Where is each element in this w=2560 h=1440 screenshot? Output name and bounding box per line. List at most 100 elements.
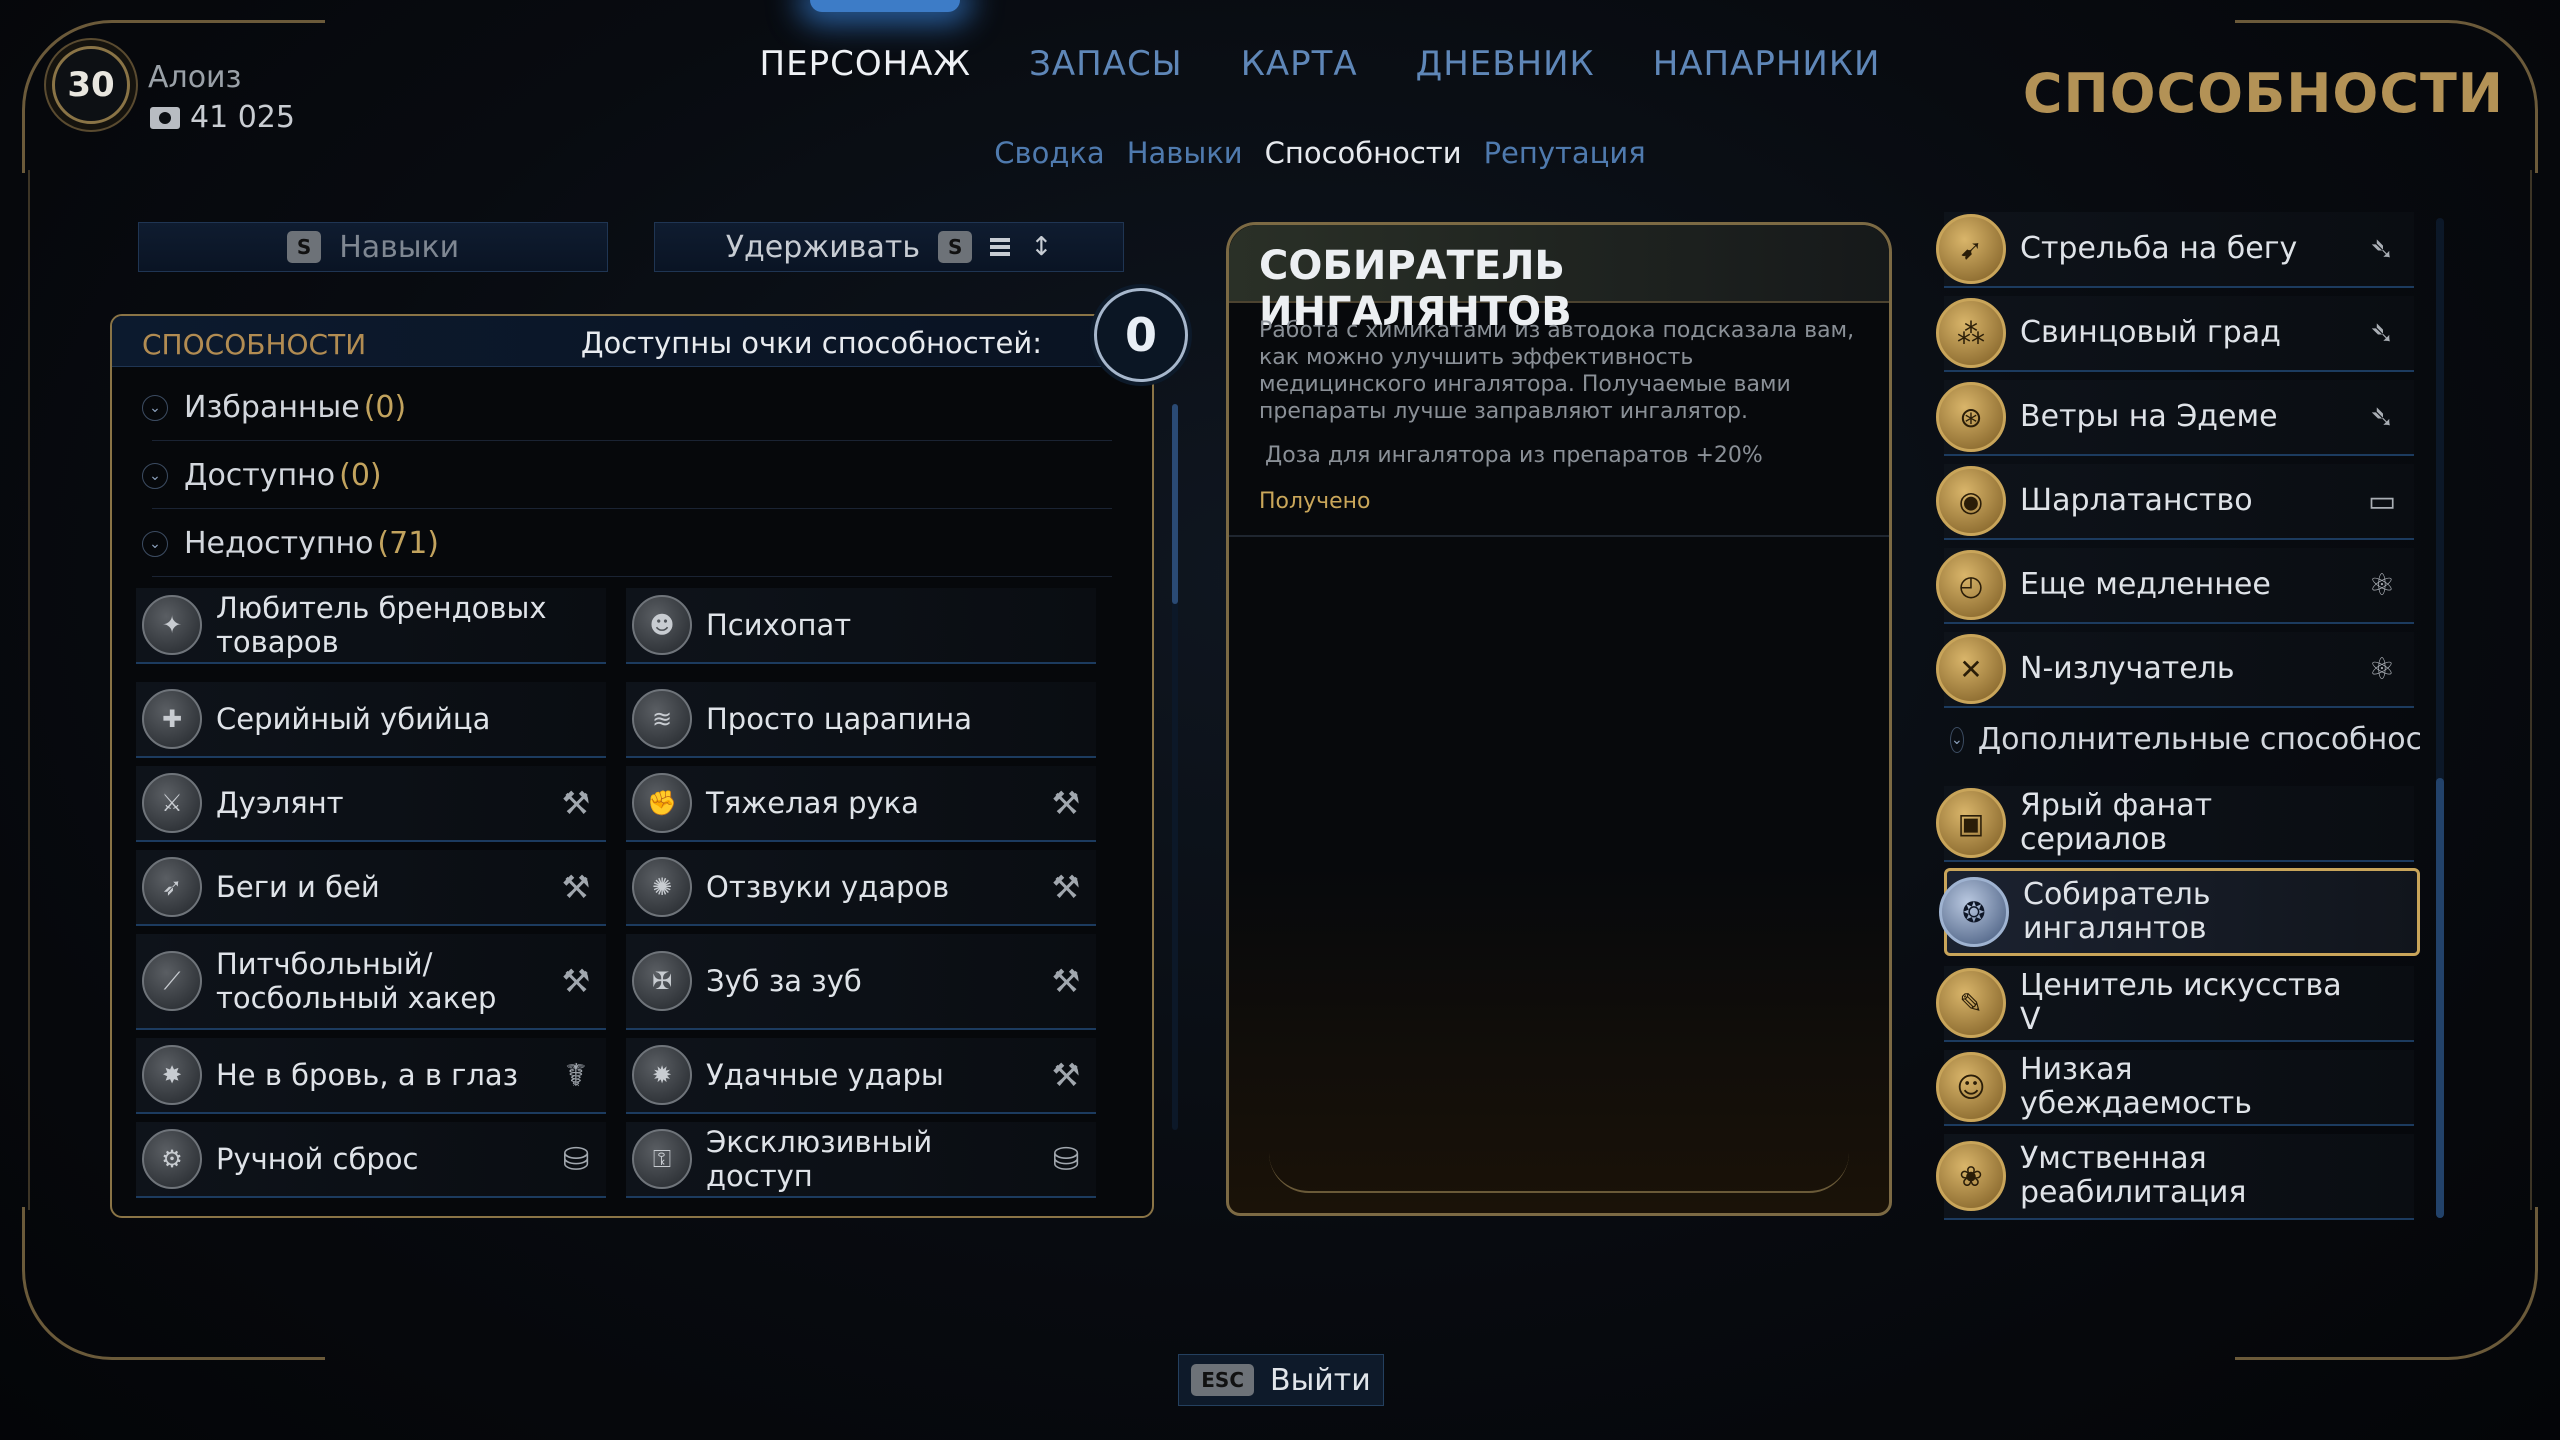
ability-item[interactable]: ◴ Еще медленнее ⚛: [1936, 548, 2414, 624]
sort-arrows-icon: ↕: [1030, 232, 1053, 262]
ability-name: N-излучатель: [2020, 651, 2235, 686]
ability-name: Эксклюзивный доступ: [706, 1125, 933, 1193]
ability-name: Ручной сброс: [216, 1142, 419, 1176]
subtab-skills[interactable]: Навыки: [1127, 136, 1243, 170]
ability-item[interactable]: ➹ Стрельба на бегу ➴: [1936, 212, 2414, 288]
ability-item[interactable]: ⊛ Ветры на Эдеме ➴: [1936, 380, 2414, 456]
ability-name: Питчбольный/ тосбольный хакер: [216, 947, 497, 1015]
money-icon: [150, 106, 180, 129]
ability-item[interactable]: ✸ Не в бровь, а в глаз ☤: [136, 1038, 606, 1114]
abilities-panel-title: СПОСОБНОСТИ: [142, 328, 367, 361]
ability-name: Любитель брендовых товаров: [216, 591, 547, 659]
tab-companions[interactable]: НАПАРНИКИ: [1653, 44, 1881, 84]
duelist-icon: ⚔: [142, 773, 202, 833]
ability-name: Стрельба на бегу: [2020, 231, 2298, 266]
ability-item[interactable]: ☻ Психопат: [626, 588, 1096, 664]
tab-character[interactable]: ПЕРСОНАЖ: [760, 44, 972, 84]
sort-icon: [990, 236, 1018, 258]
category-count: (0): [363, 390, 407, 425]
tab-journal[interactable]: ДНЕВНИК: [1416, 44, 1595, 84]
heavy-hand-icon: ✊: [632, 773, 692, 833]
melee-type-icon: ⚒: [1051, 868, 1081, 906]
ability-item[interactable]: ✺ Отзвуки ударов ⚒: [626, 850, 1096, 926]
ability-item[interactable]: ⚙ Ручной сброс ⛁: [136, 1122, 606, 1198]
ability-item[interactable]: ➶ Беги и бей ⚒: [136, 850, 606, 926]
ability-item[interactable]: ✎ Ценитель искусства V: [1936, 966, 2414, 1042]
ability-item[interactable]: ▣ Ярый фанат сериалов: [1936, 786, 2414, 862]
divider: [152, 508, 1112, 509]
frame-line-left: [28, 170, 30, 1210]
charlatan-icon: ◉: [1936, 466, 2006, 536]
tech-type-icon: ⛁: [1052, 1140, 1080, 1178]
lucky-hit-icon: ✹: [632, 1045, 692, 1105]
ability-name: Просто царапина: [706, 702, 972, 736]
ranged-type-icon: ➴: [2369, 231, 2395, 267]
category-unavailable[interactable]: ⌄ Недоступно (71): [142, 526, 439, 561]
detail-header: СОБИРАТЕЛЬ ИНГАЛЯНТОВ: [1229, 225, 1889, 335]
skills-button[interactable]: S Навыки: [138, 222, 608, 272]
abilities-panel: СПОСОБНОСТИ Доступны очки способностей: …: [110, 288, 1188, 1218]
n-ray-icon: ✕: [1936, 634, 2006, 704]
category-favorites[interactable]: ⌄ Избранные (0): [142, 390, 406, 425]
money-display: 41 025: [150, 100, 295, 135]
sub-tabs: Сводка Навыки Способности Репутация: [0, 136, 2560, 170]
hold-sort-button[interactable]: Удерживать S ↕: [654, 222, 1124, 272]
stealth-type-icon: ☤: [565, 1056, 587, 1094]
ability-item[interactable]: ⚔ Дуэлянт ⚒: [136, 766, 606, 842]
category-available[interactable]: ⌄ Доступно (0): [142, 458, 382, 493]
ability-item[interactable]: ≋ Просто царапина: [626, 682, 1096, 758]
exclusive-icon: ⚿: [632, 1129, 692, 1189]
ability-item[interactable]: ✊ Тяжелая рука ⚒: [626, 766, 1096, 842]
ability-name: Еще медленнее: [2020, 567, 2271, 602]
category-label: Доступно: [184, 458, 336, 493]
hold-label: Удерживать: [725, 229, 921, 265]
ability-item[interactable]: ☺ Низкая убеждаемость: [1936, 1050, 2414, 1126]
chevron-down-icon: ⌄: [142, 530, 168, 557]
tab-map[interactable]: КАРТА: [1241, 44, 1358, 84]
ability-item[interactable]: ⚿ Эксклюзивный доступ ⛁: [626, 1122, 1096, 1198]
tab-inventory[interactable]: ЗАПАСЫ: [1029, 44, 1183, 84]
ranged-type-icon: ➴: [2369, 399, 2395, 435]
ability-item[interactable]: ⁂ Свинцовый град ➴: [1936, 296, 2414, 372]
frame-line-right: [2530, 170, 2532, 1210]
key-hint: S: [938, 231, 973, 263]
manual-reset-icon: ⚙: [142, 1129, 202, 1189]
scrollbar-thumb[interactable]: [2436, 778, 2444, 1218]
subtab-reputation[interactable]: Репутация: [1484, 136, 1646, 170]
chevron-down-icon: ⌄: [142, 462, 168, 489]
ability-name: Ценитель искусства V: [2020, 968, 2342, 1037]
right-list-scrollbar[interactable]: [2436, 218, 2444, 1218]
scrollbar-thumb[interactable]: [1172, 404, 1178, 604]
frame-ornament-bottom-left: [22, 1207, 325, 1360]
subtab-abilities[interactable]: Способности: [1265, 136, 1462, 170]
money-amount: 41 025: [190, 100, 295, 135]
brand-icon: ✦: [142, 595, 202, 655]
ability-item[interactable]: ✦ Любитель брендовых товаров: [136, 588, 606, 664]
scratch-icon: ≋: [632, 689, 692, 749]
abilities-scrollbar[interactable]: [1172, 404, 1178, 1130]
chevron-down-icon: ⌄: [1950, 726, 1964, 753]
melee-type-icon: ⚒: [1051, 784, 1081, 822]
ability-item[interactable]: ✠ Зуб за зуб ⚒: [626, 934, 1096, 1030]
ability-item[interactable]: ⟋ Питчбольный/ тосбольный хакер ⚒: [136, 934, 606, 1030]
detail-status: Получено: [1259, 489, 1371, 514]
divider: [152, 440, 1112, 441]
ability-item[interactable]: ◉ Шарлатанство ▭: [1936, 464, 2414, 540]
ability-name: Ветры на Эдеме: [2020, 399, 2278, 434]
ability-item-selected[interactable]: ❂ Собиратель ингалянтов: [1939, 868, 2420, 956]
detail-effect: Доза для ингалятора из препаратов +20%: [1265, 443, 1763, 468]
science-type-icon: ⚛: [2368, 651, 2396, 687]
category-count: (71): [377, 526, 440, 561]
subtab-summary[interactable]: Сводка: [994, 136, 1104, 170]
melee-type-icon: ⚒: [561, 784, 591, 822]
ability-item[interactable]: ✕ N-излучатель ⚛: [1936, 632, 2414, 708]
ability-item[interactable]: ❀ Умственная реабилитация: [1936, 1134, 2414, 1220]
ability-name: Беги и бей: [216, 870, 380, 904]
category-extra-abilities[interactable]: ⌄ Дополнительные способности: [1950, 722, 2420, 757]
exit-button[interactable]: ESC Выйти: [1178, 1354, 1384, 1406]
ability-item[interactable]: ✚ Серийный убийца: [136, 682, 606, 758]
ability-item[interactable]: ✹ Удачные удары ⚒: [626, 1038, 1096, 1114]
category-label: Недоступно: [184, 526, 374, 561]
skills-button-label: Навыки: [339, 229, 460, 265]
category-label: Избранные: [184, 390, 360, 425]
